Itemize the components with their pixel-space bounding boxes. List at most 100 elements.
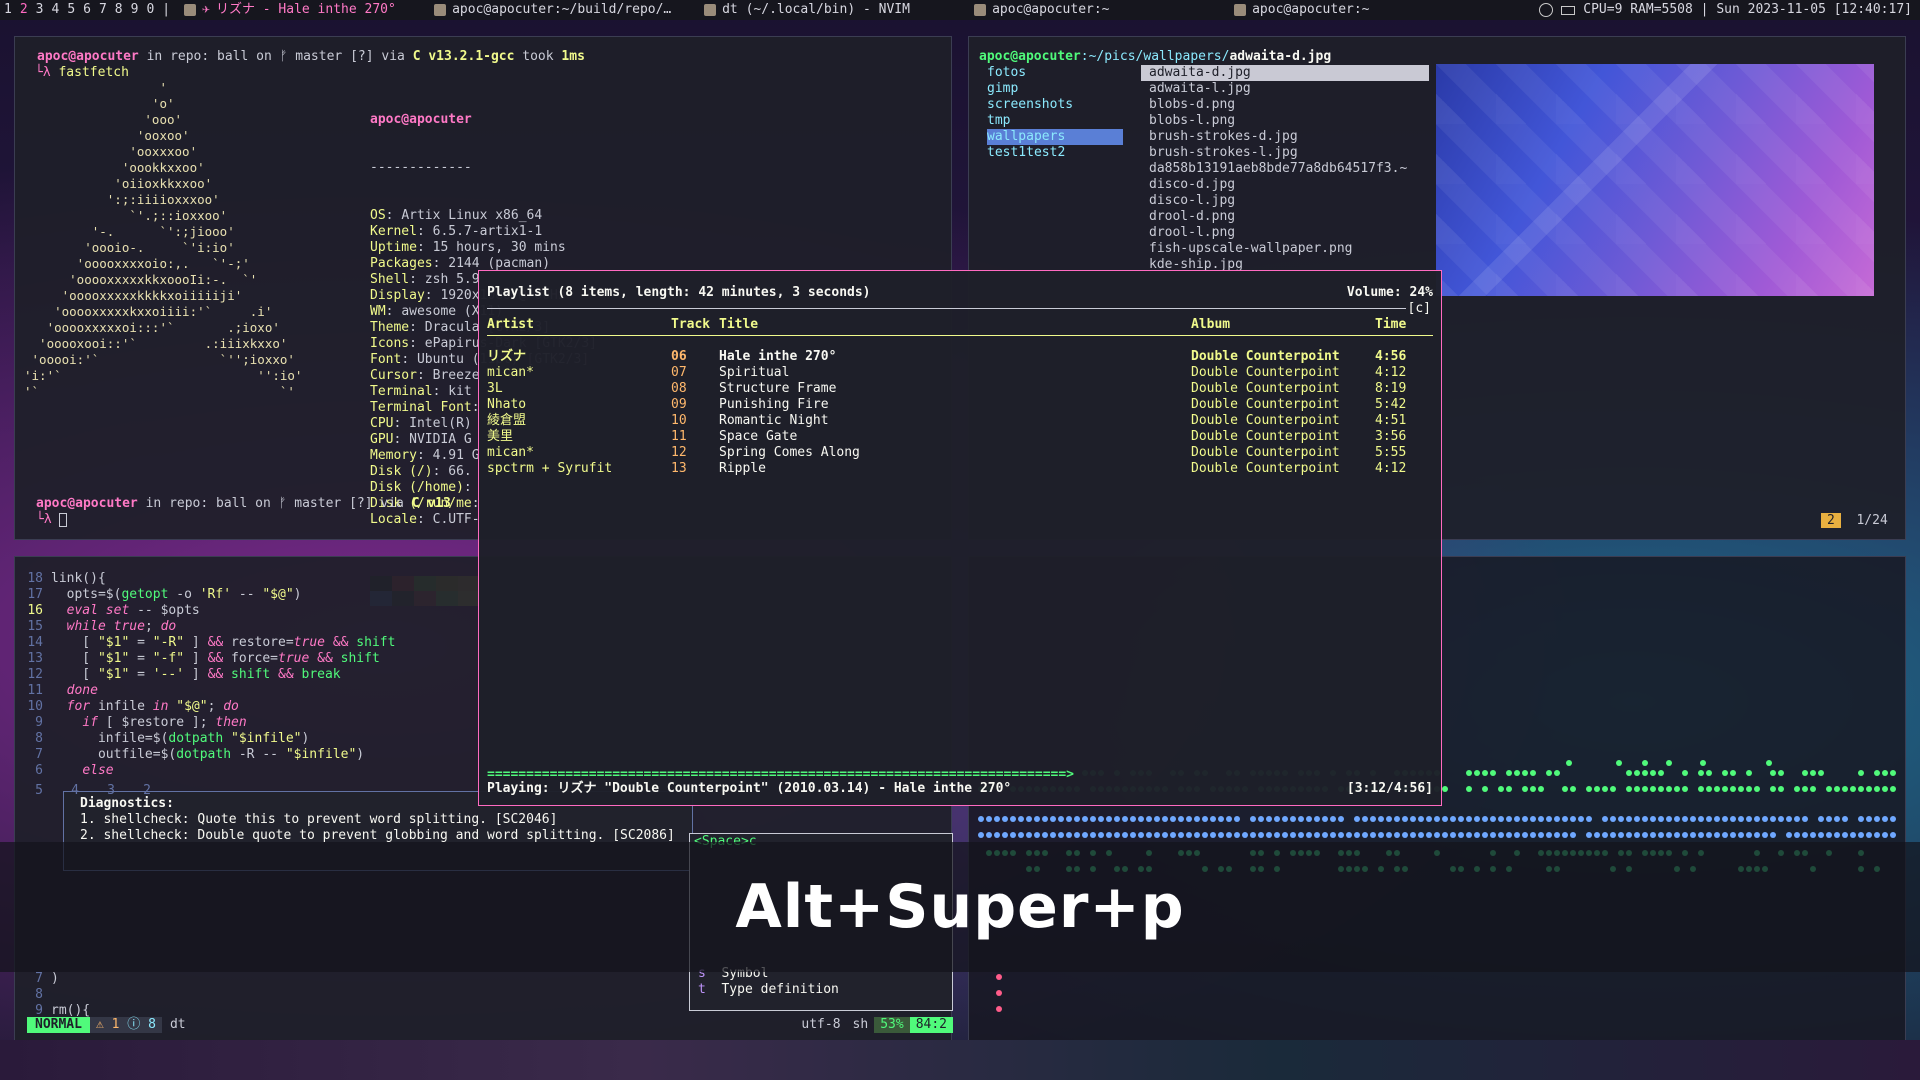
task-item[interactable]: dt (~/.local/bin) - NVIM: [694, 0, 964, 20]
visualizer-dot: [1778, 816, 1784, 822]
visualizer-dot: [1634, 786, 1640, 792]
code-line[interactable]: 10 for infile in "$@"; do: [15, 699, 395, 715]
info-colon: :: [393, 432, 410, 447]
visualizer-dot: [1402, 832, 1408, 838]
column-time[interactable]: Time: [1375, 317, 1406, 333]
visualizer-dot: [1682, 832, 1688, 838]
tag-2[interactable]: 2: [16, 0, 32, 20]
visualizer-dot: [1602, 786, 1608, 792]
code-line[interactable]: 12 [ "$1" = '--' ] && shift && break: [15, 667, 395, 683]
playlist-row[interactable]: spctrm + Syrufit 13 Ripple Double Counterpo…: [479, 461, 1441, 477]
code-line[interactable]: 9 if [ $restore ]; then: [15, 715, 395, 731]
code-line[interactable]: 17 opts=$(getopt -o 'Rf' -- "$@"): [15, 587, 395, 603]
ranger-file-item[interactable]: adwaita-d.jpg: [1141, 65, 1429, 81]
tag-7[interactable]: 7: [95, 0, 111, 20]
visualizer-dot: [1746, 770, 1752, 776]
code-line[interactable]: 8 infile=$(dotpath "$infile"): [15, 731, 395, 747]
visualizer-dot: [1298, 816, 1304, 822]
code-line[interactable]: 18 link(){: [15, 571, 395, 587]
visualizer-dot: [1274, 816, 1280, 822]
task-item[interactable]: apoc@apocuter:~: [964, 0, 1224, 20]
task-item[interactable]: ✈ リズナ - Hale inthe 270°: [174, 0, 424, 20]
visualizer-dot: [1570, 832, 1576, 838]
ranger-file-item[interactable]: adwaita-l.jpg: [1141, 81, 1429, 97]
task-item[interactable]: apoc@apocuter:~: [1224, 0, 1494, 20]
visualizer-dot: [1002, 816, 1008, 822]
ranger-file-item[interactable]: disco-l.jpg: [1141, 193, 1429, 209]
ranger-file-item[interactable]: brush-strokes-l.jpg: [1141, 145, 1429, 161]
shell-prompt: apoc@apocuter in repo: ball on ᚠ master …: [37, 49, 585, 65]
visualizer-dot: [1506, 816, 1512, 822]
network-icon[interactable]: [1539, 3, 1554, 17]
ranger-file-item[interactable]: drool-l.png: [1141, 225, 1429, 241]
ranger-file-item[interactable]: fish-upscale-wallpaper.png: [1141, 241, 1429, 257]
code-line[interactable]: 15 while true; do: [15, 619, 395, 635]
volume-indicator[interactable]: Volume: 24%: [1347, 285, 1433, 301]
playlist-row[interactable]: 美里 11 Space Gate Double Counterpoint 3:56: [479, 429, 1441, 445]
tag-1[interactable]: 1: [0, 0, 16, 20]
visualizer-dot: [1594, 786, 1600, 792]
keyboard-icon[interactable]: [1561, 5, 1576, 15]
playlist-row[interactable]: mican* 07 Spiritual Double Counterpoint 4:12: [479, 365, 1441, 381]
command-line-2[interactable]: └λ: [36, 512, 68, 528]
visualizer-dot: [1690, 832, 1696, 838]
tag-0[interactable]: 0: [142, 0, 158, 20]
playlist-row[interactable]: リズナ 06 Hale inthe 270° Double Counterpoint 4…: [479, 349, 1441, 365]
ranger-file-item[interactable]: blobs-l.png: [1141, 113, 1429, 129]
playlist-row[interactable]: mican* 12 Spring Comes Along Double Counter…: [479, 445, 1441, 461]
music-player[interactable]: Playlist (8 items, length: 42 minutes, 3…: [478, 270, 1442, 806]
code-area[interactable]: 18 link(){17 opts=$(getopt -o 'Rf' -- "$@…: [15, 571, 395, 779]
tag-9[interactable]: 9: [127, 0, 143, 20]
visualizer-dot: [1810, 832, 1816, 838]
tag-6[interactable]: 6: [79, 0, 95, 20]
tag-3[interactable]: 3: [32, 0, 48, 20]
column-album[interactable]: Album: [1191, 317, 1230, 333]
visualizer-dot: [1130, 816, 1136, 822]
ranger-file-item[interactable]: disco-d.jpg: [1141, 177, 1429, 193]
code-line[interactable]: 13 [ "$1" = "-f" ] && force=true && shif…: [15, 651, 395, 667]
visualizer-dot: [1090, 832, 1096, 838]
column-title[interactable]: Title: [719, 317, 758, 333]
code-line[interactable]: 7): [15, 971, 90, 987]
visualizer-dot: [1506, 770, 1512, 776]
visualizer-dot: [1530, 786, 1536, 792]
visualizer-dot: [1674, 786, 1680, 792]
tag-5[interactable]: 5: [63, 0, 79, 20]
ranger-file-item[interactable]: blobs-d.png: [1141, 97, 1429, 113]
info-colon: :: [385, 208, 402, 223]
column-track[interactable]: Track: [671, 317, 710, 333]
info-key: Disk (/): [370, 464, 433, 479]
code-line[interactable]: 7 outfile=$(dotpath -R -- "$infile"): [15, 747, 395, 763]
code-line[interactable]: 8: [15, 987, 90, 1003]
ranger-dir-item[interactable]: tmp: [987, 113, 1123, 129]
playlist-row[interactable]: Nhato 09 Punishing Fire Double Counterpoint…: [479, 397, 1441, 413]
visualizer-dot: [1418, 832, 1424, 838]
prompt-lang: C v13.2.1-gcc: [412, 49, 515, 64]
ranger-dir-item[interactable]: test1test2: [987, 145, 1123, 161]
visualizer-dot: [1826, 816, 1832, 822]
visualizer-dot: [1378, 816, 1384, 822]
code-line[interactable]: 6 else: [15, 763, 395, 779]
info-key: Memory: [370, 448, 417, 463]
ranger-file-item[interactable]: da858b13191aeb8bde77a8db64517f3.~: [1141, 161, 1429, 177]
playlist-album: Double Counterpoint: [1191, 365, 1340, 380]
ranger-file-item[interactable]: drool-d.png: [1141, 209, 1429, 225]
tag-4[interactable]: 4: [47, 0, 63, 20]
playlist-album: Double Counterpoint: [1191, 397, 1340, 412]
tag-8[interactable]: 8: [111, 0, 127, 20]
column-artist[interactable]: Artist: [487, 317, 534, 333]
ranger-dir-item[interactable]: gimp: [987, 81, 1123, 97]
ranger-dir-item[interactable]: fotos: [987, 65, 1123, 81]
playlist-row[interactable]: 3L 08 Structure Frame Double Counterpoint 8:…: [479, 381, 1441, 397]
code-line[interactable]: 16 eval set -- $opts: [15, 603, 395, 619]
code-area-tail[interactable]: 7) 8 9 rm(){: [15, 971, 90, 1019]
ranger-dir-column: fotos gimp screenshots tmp wallpapers test1te…: [987, 65, 1123, 161]
which-key-item[interactable]: t Type definition: [698, 982, 839, 998]
ranger-dir-item[interactable]: screenshots: [987, 97, 1123, 113]
code-line[interactable]: 14 [ "$1" = "-R" ] && restore=true && sh…: [15, 635, 395, 651]
task-item[interactable]: apoc@apocuter:~/build/repo/…: [424, 0, 694, 20]
code-line[interactable]: 11 done: [15, 683, 395, 699]
ranger-file-item[interactable]: brush-strokes-d.jpg: [1141, 129, 1429, 145]
playlist-row[interactable]: 綾倉盟 10 Romantic Night Double Counterpoint 4:…: [479, 413, 1441, 429]
ranger-dir-item[interactable]: wallpapers: [987, 129, 1123, 145]
